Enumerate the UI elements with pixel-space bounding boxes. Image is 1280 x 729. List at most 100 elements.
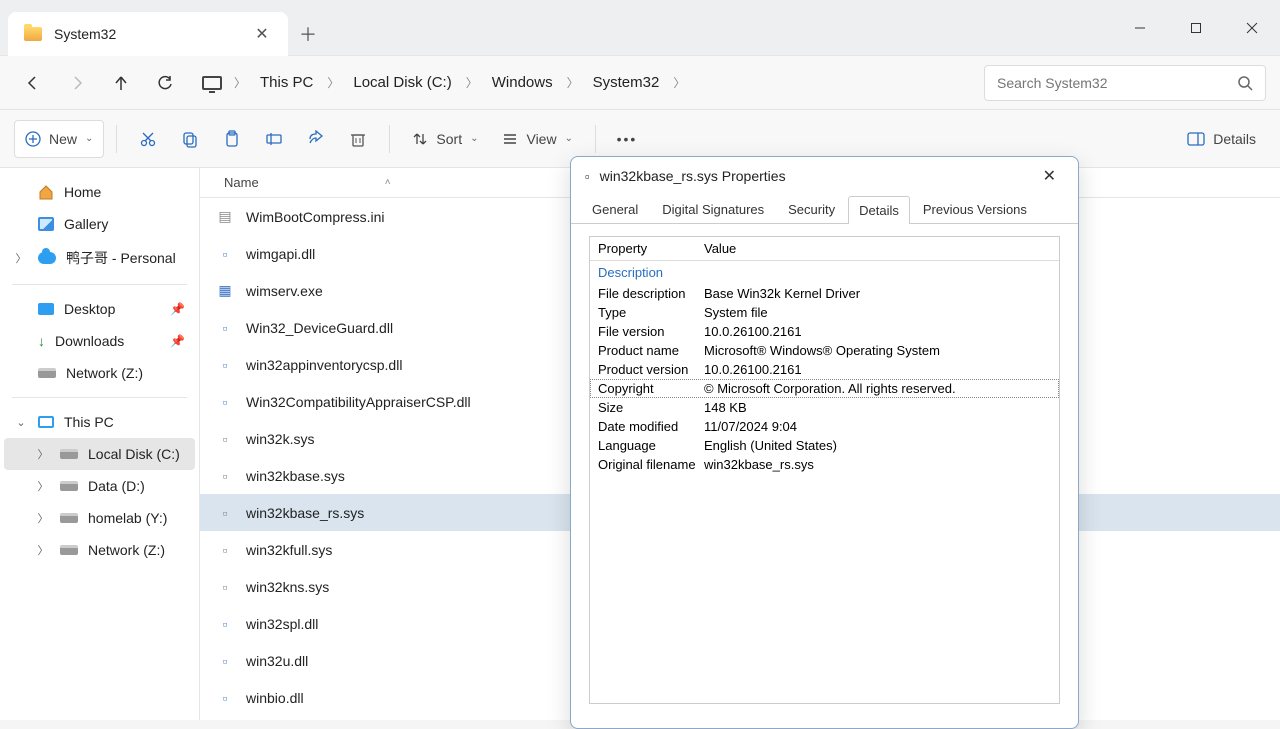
drive-icon — [60, 449, 78, 459]
rename-button[interactable] — [255, 120, 293, 158]
file-name: win32u.dll — [246, 653, 308, 669]
tab-close-button[interactable]: ✕ — [252, 24, 272, 44]
sidebar-item-networkz[interactable]: Network (Z:) — [4, 357, 195, 389]
sidebar-item-local-c[interactable]: 〉Local Disk (C:) — [4, 438, 195, 470]
titlebar: System32 ✕ ＋ — [0, 0, 1280, 56]
file-name: win32kbase.sys — [246, 468, 345, 484]
dialog-tab[interactable]: General — [581, 195, 649, 223]
file-icon: ▫ — [216, 689, 234, 707]
details-pane-button[interactable]: Details — [1177, 131, 1266, 147]
property-key: Original filename — [598, 457, 704, 472]
chevron-icon[interactable]: 〉 — [563, 74, 583, 91]
sort-button[interactable]: Sort ⌄ — [402, 120, 488, 158]
copy-button[interactable] — [171, 120, 209, 158]
property-row[interactable]: Copyright© Microsoft Corporation. All ri… — [590, 379, 1059, 398]
file-icon: ▫ — [216, 356, 234, 374]
paste-button[interactable] — [213, 120, 251, 158]
sidebar-item-gallery[interactable]: Gallery — [4, 208, 195, 240]
chevron-icon[interactable]: 〉 — [669, 74, 689, 91]
window-controls — [1112, 8, 1280, 48]
sidebar-item-downloads[interactable]: ↓Downloads📌 — [4, 325, 195, 357]
file-icon: ▫ — [216, 319, 234, 337]
property-row[interactable]: File descriptionBase Win32k Kernel Drive… — [590, 284, 1059, 303]
crumb-windows[interactable]: Windows — [486, 70, 559, 95]
close-button[interactable] — [1224, 8, 1280, 48]
chevron-down-icon: ⌄ — [85, 133, 93, 144]
sidebar-item-data-d[interactable]: 〉Data (D:) — [4, 470, 195, 502]
chevron-icon[interactable]: 〉 — [323, 74, 343, 91]
back-button[interactable] — [14, 64, 52, 102]
chevron-icon[interactable]: 〉 — [462, 74, 482, 91]
property-key: File version — [598, 324, 704, 339]
view-label: View — [526, 131, 556, 147]
dialog-tab[interactable]: Security — [777, 195, 846, 223]
file-icon: ▦ — [216, 282, 234, 300]
property-row[interactable]: Original filenamewin32kbase_rs.sys — [590, 455, 1059, 474]
property-row[interactable]: Size148 KB — [590, 398, 1059, 417]
column-name[interactable]: Name — [224, 175, 259, 190]
crumb-thispc[interactable]: This PC — [254, 70, 319, 95]
dialog-tab[interactable]: Digital Signatures — [651, 195, 775, 223]
file-icon: ▫ — [216, 615, 234, 633]
sort-label: Sort — [436, 131, 462, 147]
sidebar-item-personal[interactable]: 〉鸭子哥 - Personal — [4, 240, 195, 276]
property-key: Type — [598, 305, 704, 320]
property-row[interactable]: LanguageEnglish (United States) — [590, 436, 1059, 455]
file-name: win32spl.dll — [246, 616, 318, 632]
property-row[interactable]: Product version10.0.26100.2161 — [590, 360, 1059, 379]
sidebar-item-network-z[interactable]: 〉Network (Z:) — [4, 534, 195, 566]
search-icon — [1237, 75, 1253, 91]
thispc-icon — [38, 416, 54, 428]
delete-button[interactable] — [339, 120, 377, 158]
file-icon: ▫ — [216, 504, 234, 522]
file-name: wimgapi.dll — [246, 246, 315, 262]
dialog-tab[interactable]: Details — [848, 196, 910, 224]
property-row[interactable]: File version10.0.26100.2161 — [590, 322, 1059, 341]
sidebar-item-desktop[interactable]: Desktop📌 — [4, 293, 195, 325]
search-input[interactable] — [997, 75, 1227, 91]
property-key: Product name — [598, 343, 704, 358]
property-value: 10.0.26100.2161 — [704, 324, 1051, 339]
new-button[interactable]: New ⌄ — [14, 120, 104, 158]
file-name: winbio.dll — [246, 690, 304, 706]
cut-button[interactable] — [129, 120, 167, 158]
properties-list[interactable]: Property Value Description File descript… — [589, 236, 1060, 704]
property-value: System file — [704, 305, 1051, 320]
property-row[interactable]: Date modified11/07/2024 9:04 — [590, 417, 1059, 436]
property-value: 148 KB — [704, 400, 1051, 415]
sidebar-item-home[interactable]: Home — [4, 176, 195, 208]
properties-dialog: ▫ win32kbase_rs.sys Properties ✕ General… — [570, 156, 1079, 729]
properties-section: Description — [590, 261, 1059, 284]
refresh-button[interactable] — [146, 64, 184, 102]
property-value: 11/07/2024 9:04 — [704, 419, 1051, 434]
crumb-c[interactable]: Local Disk (C:) — [347, 70, 457, 95]
search-box[interactable] — [984, 65, 1266, 101]
property-key: Copyright — [598, 381, 704, 396]
property-row[interactable]: TypeSystem file — [590, 303, 1059, 322]
up-button[interactable] — [102, 64, 140, 102]
dialog-close-button[interactable]: ✕ — [1035, 162, 1064, 190]
more-button[interactable]: ••• — [608, 120, 646, 158]
sidebar-item-thispc[interactable]: ⌄This PC — [4, 406, 195, 438]
file-name: win32k.sys — [246, 431, 314, 447]
chevron-icon[interactable]: 〉 — [230, 74, 250, 91]
minimize-button[interactable] — [1112, 8, 1168, 48]
maximize-button[interactable] — [1168, 8, 1224, 48]
desktop-icon — [38, 303, 54, 315]
view-button[interactable]: View ⌄ — [492, 120, 582, 158]
crumb-system32[interactable]: System32 — [587, 70, 666, 95]
dialog-titlebar[interactable]: ▫ win32kbase_rs.sys Properties ✕ — [571, 157, 1078, 195]
sidebar-item-homelab-y[interactable]: 〉homelab (Y:) — [4, 502, 195, 534]
property-key: Language — [598, 438, 704, 453]
file-icon: ▫ — [216, 467, 234, 485]
file-name: win32kns.sys — [246, 579, 329, 595]
share-button[interactable] — [297, 120, 335, 158]
new-tab-button[interactable]: ＋ — [288, 21, 328, 47]
file-icon: ▤ — [216, 208, 234, 226]
window-tab[interactable]: System32 ✕ — [8, 12, 288, 56]
file-name: win32kbase_rs.sys — [246, 505, 364, 521]
property-value: Base Win32k Kernel Driver — [704, 286, 1051, 301]
dialog-tab[interactable]: Previous Versions — [912, 195, 1038, 223]
property-row[interactable]: Product nameMicrosoft® Windows® Operatin… — [590, 341, 1059, 360]
forward-button[interactable] — [58, 64, 96, 102]
